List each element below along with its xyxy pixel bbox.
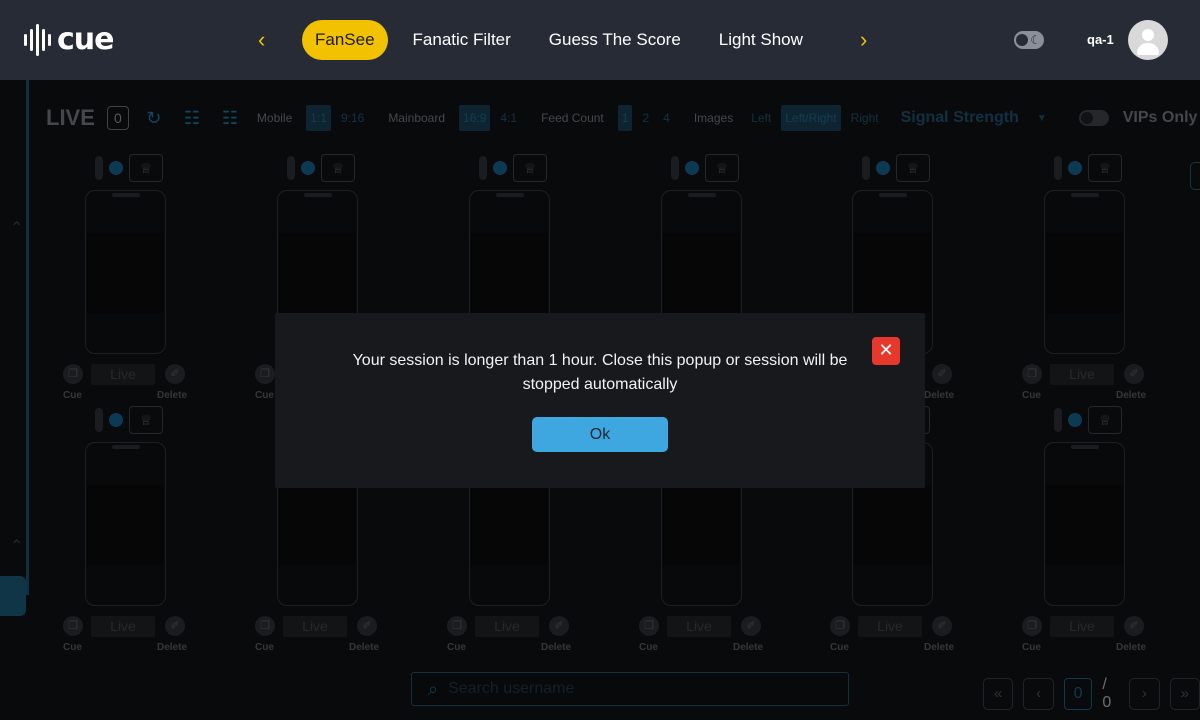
theme-toggle[interactable]: ☾	[1014, 31, 1044, 49]
chevron-right-icon[interactable]: ›	[860, 28, 867, 52]
tab-fanatic-filter[interactable]: Fanatic Filter	[400, 20, 524, 60]
moon-icon: ☾	[1030, 33, 1041, 47]
avatar[interactable]	[1128, 20, 1168, 60]
tab-fansee[interactable]: FanSee	[302, 20, 388, 60]
brand-name: cue	[57, 22, 114, 57]
username: qa-1	[1087, 32, 1114, 47]
user-body-icon	[1137, 43, 1159, 55]
cue-logo[interactable]: cue	[24, 22, 114, 57]
top-navigation-bar: cue ‹ FanSee Fanatic Filter Guess The Sc…	[0, 0, 1200, 80]
session-timeout-dialog: ✕ Your session is longer than 1 hour. Cl…	[275, 313, 925, 488]
close-icon[interactable]: ✕	[872, 337, 900, 365]
soundwave-icon	[24, 23, 51, 57]
dialog-message: Your session is longer than 1 hour. Clos…	[352, 352, 848, 393]
tab-light-show[interactable]: Light Show	[706, 20, 816, 60]
tab-guess-the-score[interactable]: Guess The Score	[536, 20, 694, 60]
game-tabs: FanSee Fanatic Filter Guess The Score Li…	[302, 20, 828, 60]
chevron-left-icon[interactable]: ‹	[258, 28, 265, 52]
user-head-icon	[1142, 29, 1154, 41]
ok-button[interactable]: Ok	[532, 417, 668, 452]
